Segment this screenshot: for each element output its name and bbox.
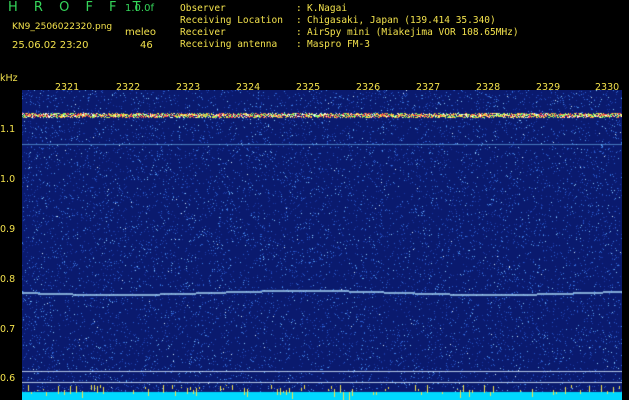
separator: :: [296, 3, 302, 14]
spectrogram-area: kHz 1.1 1.0 0.9 0.8 0.7 0.6 2321 2322 23…: [0, 73, 629, 400]
receiver-label: Receiver: [180, 27, 226, 38]
minute-label: 2327: [416, 82, 441, 93]
version-label: 1.0.0f: [125, 3, 154, 14]
y-tick-label: 1.1: [0, 124, 16, 135]
y-tick-label: 0.7: [0, 324, 16, 335]
y-tick-label: 0.8: [0, 274, 16, 285]
observer-label: Observer: [180, 3, 226, 14]
header-panel: H R O F F T 1.0.0f KN9_2506022320.png me…: [0, 0, 629, 76]
antenna-value: Maspro FM-3: [307, 39, 370, 50]
minute-label: 2326: [356, 82, 381, 93]
y-tick-label: 0.9: [0, 224, 16, 235]
timestamp: 25.06.02 23:20: [12, 40, 89, 51]
minute-label: 2324: [236, 82, 261, 93]
minute-label: 2325: [296, 82, 321, 93]
minute-label: 2330: [595, 82, 620, 93]
minute-label: 2323: [176, 82, 201, 93]
receiver-value: AirSpy mini (Miakejima VOR 108.65MHz): [307, 27, 519, 38]
minute-label: 2328: [476, 82, 501, 93]
antenna-label: Receiving antenna: [180, 39, 278, 50]
observer-value: K.Nagai: [307, 3, 348, 14]
separator: :: [296, 15, 302, 26]
count-value: 46: [140, 40, 153, 51]
separator: :: [296, 27, 302, 38]
y-unit-label: kHz: [0, 73, 18, 84]
minute-label: 2321: [55, 82, 80, 93]
location-value: Chigasaki, Japan (139.414 35.340): [307, 15, 496, 26]
y-tick-label: 0.6: [0, 373, 16, 384]
minute-label: 2329: [536, 82, 561, 93]
minute-label: 2322: [116, 82, 141, 93]
y-tick-label: 1.0: [0, 174, 16, 185]
separator: :: [296, 39, 302, 50]
spectrogram-canvas: [22, 90, 622, 400]
file-name: KN9_2506022320.png: [12, 22, 113, 32]
location-label: Receiving Location: [180, 15, 283, 26]
station-name: meleo: [125, 27, 156, 38]
